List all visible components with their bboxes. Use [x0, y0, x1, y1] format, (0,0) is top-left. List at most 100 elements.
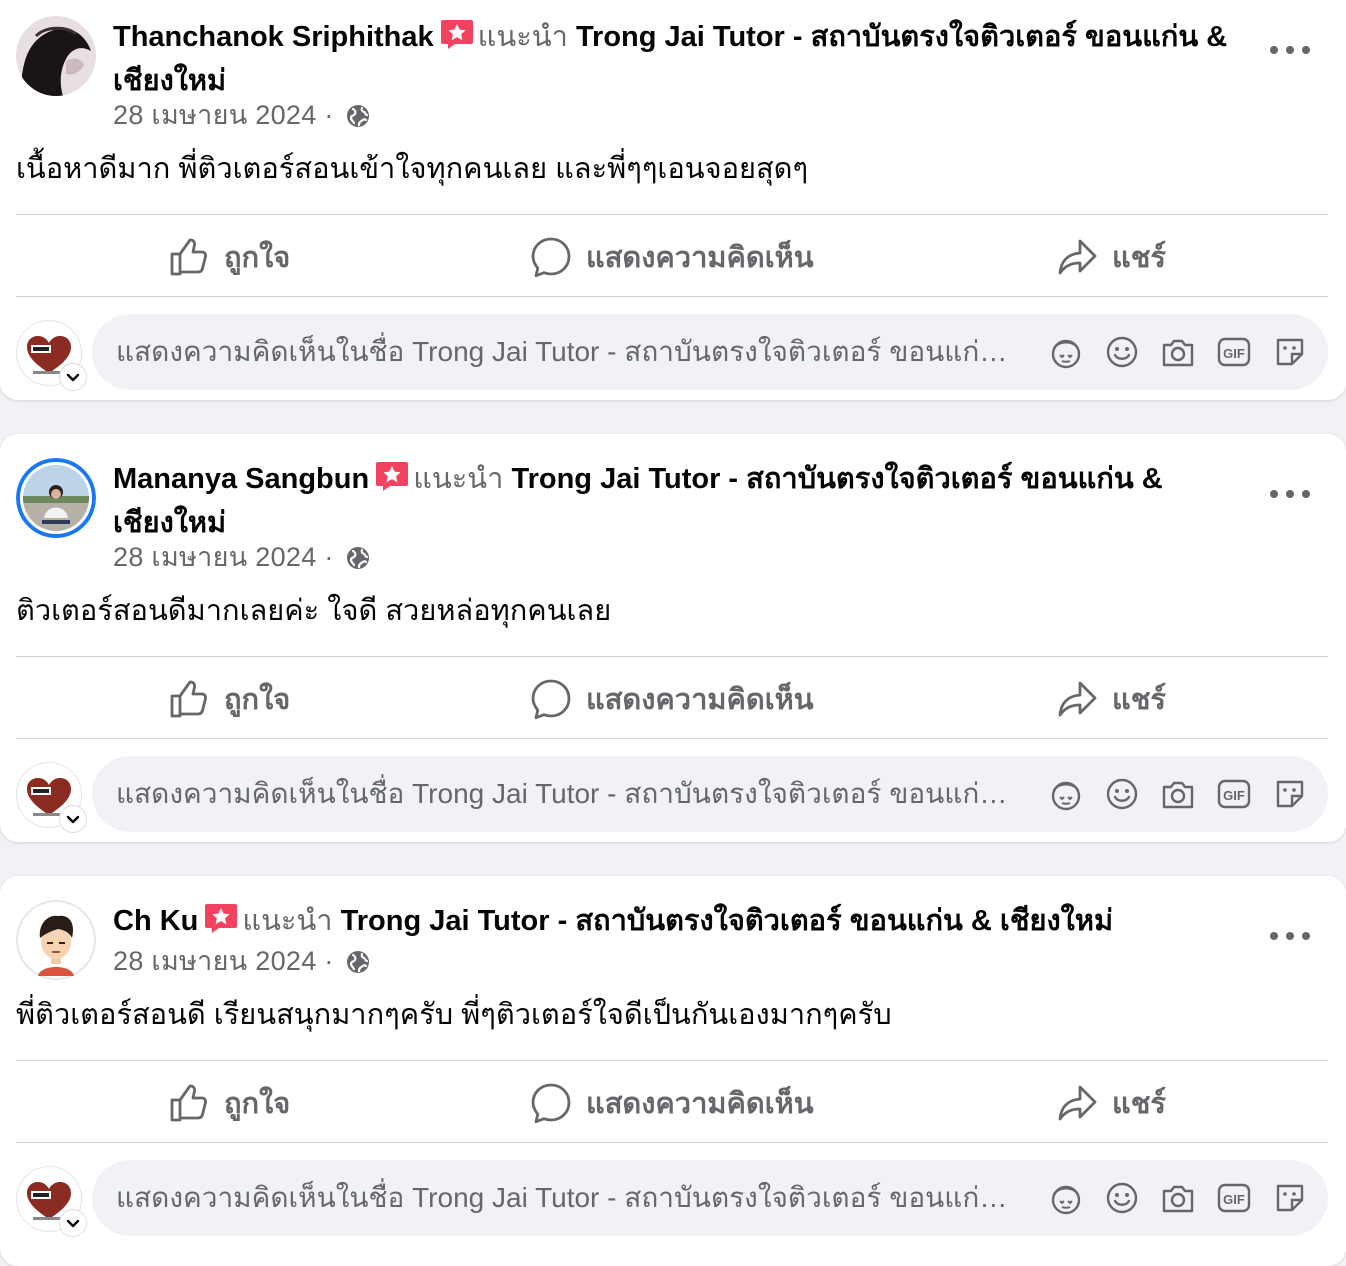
- page-avatar[interactable]: [16, 320, 87, 391]
- thumbs-up-icon: [170, 238, 207, 276]
- comment-tools: GIF: [1048, 334, 1308, 370]
- globe-icon: [345, 103, 371, 137]
- camera-icon[interactable]: [1160, 334, 1196, 370]
- sticker-icon[interactable]: [1272, 1180, 1308, 1216]
- profile-photo-with-story-ring[interactable]: [16, 458, 96, 538]
- comment-placeholder: แสดงความคิดเห็นในชื่อ Trong Jai Tutor - …: [116, 1182, 1026, 1213]
- meta-separator: ·: [324, 946, 334, 976]
- comment-placeholder: แสดงความคิดเห็นในชื่อ Trong Jai Tutor - …: [116, 778, 1026, 809]
- divider: [16, 296, 1328, 297]
- page-name[interactable]: Trong Jai Tutor - สถาบันตรงใจติวเตอร์ ขอ…: [341, 905, 1113, 937]
- share-button[interactable]: แชร์: [1056, 217, 1166, 297]
- like-button[interactable]: ถูกใจ: [168, 217, 290, 297]
- recommends-label: แนะนำ: [413, 463, 504, 495]
- action-bar: ถูกใจ แสดงความคิดเห็น แชร์: [16, 659, 1328, 739]
- post-text: พี่ติวเตอร์สอนดี เรียนสนุกมากๆครับ พี่ๆต…: [16, 999, 892, 1031]
- camera-icon[interactable]: [1160, 776, 1196, 812]
- action-bar: ถูกใจ แสดงความคิดเห็น แชร์: [16, 1063, 1328, 1143]
- post-meta: 28 เมษายน 2024 ·: [113, 944, 371, 983]
- post-card: Mananya Sangbun แนะนำ Trong Jai Tutor - ส…: [0, 434, 1346, 842]
- gif-icon[interactable]: GIF: [1216, 776, 1252, 812]
- comment-bubble-icon: [531, 679, 571, 720]
- comment-bubble-icon: [531, 237, 571, 278]
- post-card: Ch Ku แนะนำ Trong Jai Tutor - สถาบันตรงใจ…: [0, 876, 1346, 1266]
- recommend-star-icon: [440, 16, 474, 61]
- avatar-sticker-icon[interactable]: [1048, 776, 1084, 812]
- comment-button[interactable]: แสดงความคิดเห็น: [530, 659, 814, 739]
- post-meta: 28 เมษายน 2024 ·: [113, 98, 371, 137]
- comment-input[interactable]: แสดงความคิดเห็นในชื่อ Trong Jai Tutor - …: [92, 1160, 1328, 1236]
- emoji-icon[interactable]: [1104, 1180, 1140, 1216]
- comment-composer: แสดงความคิดเห็นในชื่อ Trong Jai Tutor - …: [0, 1160, 1346, 1240]
- emoji-icon[interactable]: [1104, 334, 1140, 370]
- share-arrow-icon: [1058, 239, 1097, 275]
- comment-bubble-icon: [531, 1083, 571, 1124]
- more-options-icon[interactable]: [1270, 35, 1310, 65]
- sticker-icon[interactable]: [1272, 334, 1308, 370]
- comment-button[interactable]: แสดงความคิดเห็น: [530, 1063, 814, 1143]
- comment-tools: GIF: [1048, 1180, 1308, 1216]
- post-meta: 28 เมษายน 2024 ·: [113, 540, 371, 579]
- comment-input[interactable]: แสดงความคิดเห็นในชื่อ Trong Jai Tutor - …: [92, 314, 1328, 390]
- share-button[interactable]: แชร์: [1056, 659, 1166, 739]
- like-button[interactable]: ถูกใจ: [168, 1063, 290, 1143]
- more-options-icon[interactable]: [1270, 479, 1310, 509]
- comment-placeholder: แสดงความคิดเห็นในชื่อ Trong Jai Tutor - …: [116, 336, 1026, 367]
- recommends-label: แนะนำ: [477, 21, 568, 53]
- thumbs-up-icon: [170, 1084, 207, 1122]
- chevron-down-icon[interactable]: [59, 363, 87, 391]
- recommends-label: แนะนำ: [242, 905, 333, 937]
- comment-label: แสดงความคิดเห็น: [586, 1088, 814, 1120]
- comment-label: แสดงความคิดเห็น: [586, 242, 814, 274]
- divider: [16, 1060, 1328, 1061]
- post-text: เนื้อหาดีมาก พี่ติวเตอร์สอนเข้าใจทุกคนเล…: [16, 153, 809, 185]
- share-arrow-icon: [1058, 681, 1097, 717]
- divider: [16, 738, 1328, 739]
- comment-button[interactable]: แสดงความคิดเห็น: [530, 217, 814, 297]
- more-options-icon[interactable]: [1270, 921, 1310, 951]
- post-header: Ch Ku แนะนำ Trong Jai Tutor - สถาบันตรงใจ…: [113, 900, 1236, 945]
- share-button[interactable]: แชร์: [1056, 1063, 1166, 1143]
- author-name[interactable]: Ch Ku: [113, 905, 198, 937]
- profile-photo[interactable]: [16, 16, 96, 96]
- gif-icon[interactable]: GIF: [1216, 334, 1252, 370]
- post-date[interactable]: 28 เมษายน 2024: [113, 542, 317, 572]
- post-header: Thanchanok Sriphithak แนะนำ Trong Jai Tut…: [113, 16, 1236, 101]
- cartoon-avatar[interactable]: [16, 900, 96, 980]
- like-button[interactable]: ถูกใจ: [168, 659, 290, 739]
- chevron-down-icon[interactable]: [59, 805, 87, 833]
- meta-separator: ·: [324, 100, 334, 130]
- emoji-icon[interactable]: [1104, 776, 1140, 812]
- comment-tools: GIF: [1048, 776, 1308, 812]
- avatar-sticker-icon[interactable]: [1048, 334, 1084, 370]
- chevron-down-icon[interactable]: [59, 1209, 87, 1237]
- camera-icon[interactable]: [1160, 1180, 1196, 1216]
- page-avatar[interactable]: [16, 1166, 87, 1237]
- comment-composer: แสดงความคิดเห็นในชื่อ Trong Jai Tutor - …: [0, 314, 1346, 394]
- share-label: แชร์: [1112, 1088, 1166, 1120]
- thumbs-up-icon: [170, 680, 207, 718]
- author-name[interactable]: Thanchanok Sriphithak: [113, 21, 434, 53]
- globe-icon: [345, 545, 371, 579]
- post-date[interactable]: 28 เมษายน 2024: [113, 946, 317, 976]
- share-arrow-icon: [1058, 1085, 1097, 1121]
- post-card: Thanchanok Sriphithak แนะนำ Trong Jai Tut…: [0, 0, 1346, 400]
- svg-text:GIF: GIF: [1223, 1192, 1245, 1207]
- divider: [16, 656, 1328, 657]
- sticker-icon[interactable]: [1272, 776, 1308, 812]
- divider: [16, 214, 1328, 215]
- page-avatar[interactable]: [16, 762, 87, 833]
- divider: [16, 1142, 1328, 1143]
- comment-label: แสดงความคิดเห็น: [586, 684, 814, 716]
- globe-icon: [345, 949, 371, 983]
- post-text: ติวเตอร์สอนดีมากเลยค่ะ ใจดี สวยหล่อทุกคน…: [16, 595, 612, 627]
- svg-text:GIF: GIF: [1223, 788, 1245, 803]
- avatar-sticker-icon[interactable]: [1048, 1180, 1084, 1216]
- comment-composer: แสดงความคิดเห็นในชื่อ Trong Jai Tutor - …: [0, 756, 1346, 836]
- comment-input[interactable]: แสดงความคิดเห็นในชื่อ Trong Jai Tutor - …: [92, 756, 1328, 832]
- action-bar: ถูกใจ แสดงความคิดเห็น แชร์: [16, 217, 1328, 297]
- gif-icon[interactable]: GIF: [1216, 1180, 1252, 1216]
- author-name[interactable]: Mananya Sangbun: [113, 463, 369, 495]
- like-label: ถูกใจ: [224, 242, 291, 274]
- post-date[interactable]: 28 เมษายน 2024: [113, 100, 317, 130]
